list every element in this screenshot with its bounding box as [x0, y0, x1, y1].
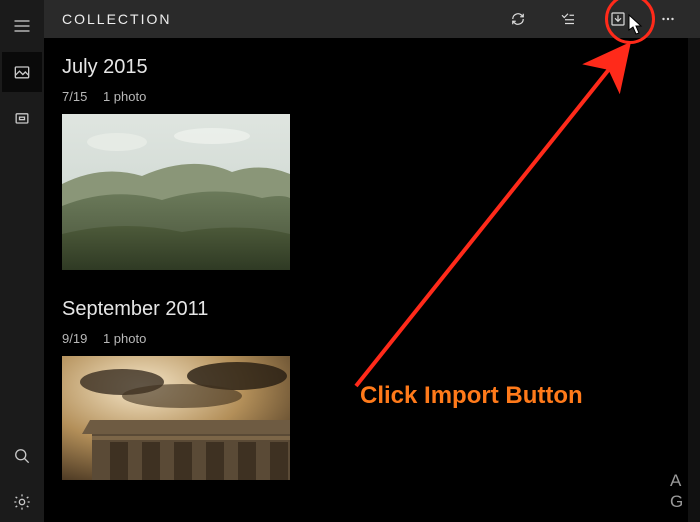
- settings-button[interactable]: [2, 482, 42, 522]
- collection-icon: [12, 62, 32, 82]
- more-icon: [659, 10, 677, 28]
- photo-thumbnail[interactable]: [62, 356, 290, 480]
- month-subtitle: 9/19 1 photo: [62, 331, 682, 346]
- building-thumbnail-image: [62, 356, 290, 480]
- menu-icon: [12, 16, 32, 36]
- search-button[interactable]: [2, 436, 42, 476]
- month-title[interactable]: July 2015: [62, 56, 682, 79]
- import-button[interactable]: [596, 0, 640, 38]
- refresh-button[interactable]: [496, 0, 540, 38]
- menu-button[interactable]: [2, 6, 42, 46]
- select-icon: [559, 10, 577, 28]
- refresh-icon: [509, 10, 527, 28]
- collection-content[interactable]: July 2015 7/15 1 photo: [44, 38, 700, 522]
- landscape-thumbnail-image: [62, 114, 290, 270]
- settings-icon: [12, 492, 32, 512]
- main-area: COLLECTION July 2015 7/15 1 photo: [44, 0, 700, 522]
- month-count: 1 photo: [103, 89, 146, 104]
- albums-nav[interactable]: [2, 98, 42, 138]
- albums-icon: [12, 108, 32, 128]
- left-rail: [0, 0, 44, 522]
- month-count: 1 photo: [103, 331, 146, 346]
- header-bar: COLLECTION: [44, 0, 700, 38]
- month-date: 9/19: [62, 331, 87, 346]
- month-subtitle: 7/15 1 photo: [62, 89, 682, 104]
- page-title: COLLECTION: [62, 11, 171, 27]
- month-title[interactable]: September 2011: [62, 298, 682, 321]
- month-group: July 2015 7/15 1 photo: [62, 56, 682, 270]
- month-group: September 2011 9/19 1 photo: [62, 298, 682, 480]
- collection-nav[interactable]: [2, 52, 42, 92]
- select-button[interactable]: [546, 0, 590, 38]
- search-icon: [12, 446, 32, 466]
- month-date: 7/15: [62, 89, 87, 104]
- more-button[interactable]: [646, 0, 690, 38]
- import-icon: [609, 10, 627, 28]
- scrollbar[interactable]: [688, 38, 700, 522]
- photo-thumbnail[interactable]: [62, 114, 290, 270]
